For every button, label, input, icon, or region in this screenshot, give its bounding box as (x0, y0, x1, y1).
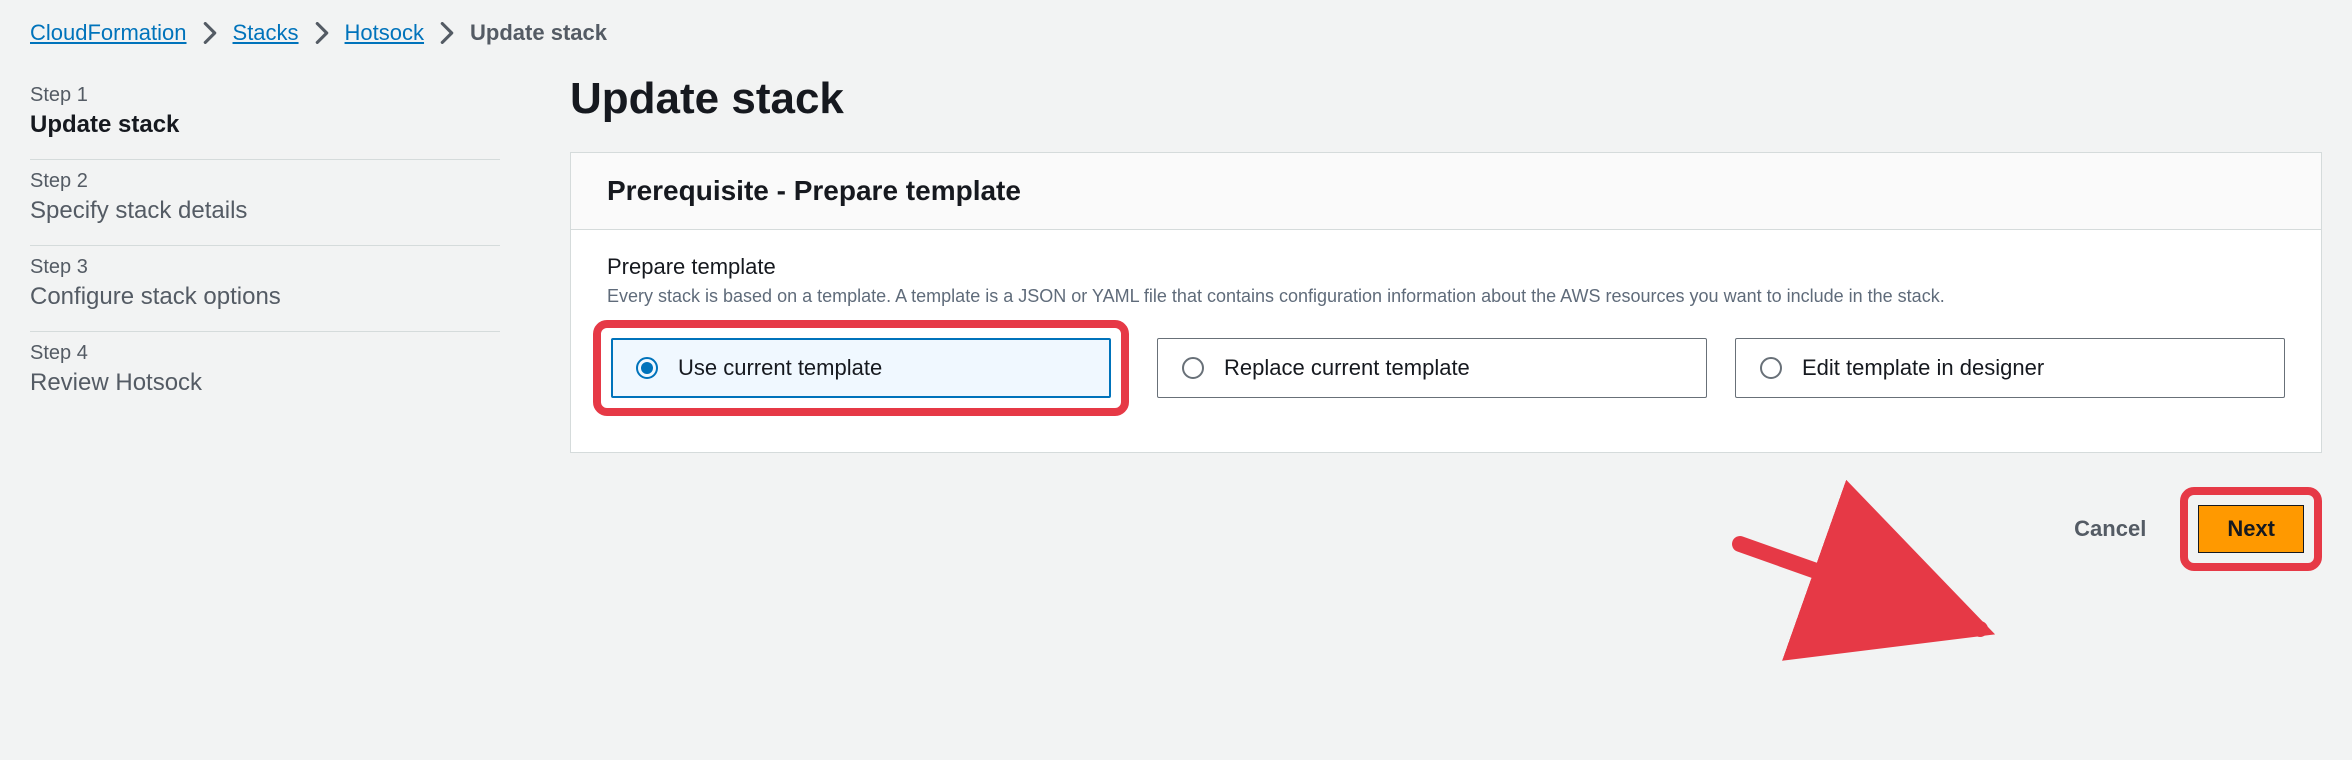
wizard-step-3[interactable]: Step 3 Configure stack options (30, 246, 500, 332)
chevron-right-icon (315, 22, 329, 44)
breadcrumb: CloudFormation Stacks Hotsock Update sta… (30, 20, 2322, 46)
breadcrumb-link-stacks[interactable]: Stacks (233, 20, 299, 46)
wizard-step-title: Specify stack details (30, 197, 500, 225)
option-label: Use current template (678, 355, 882, 381)
cancel-button[interactable]: Cancel (2058, 506, 2162, 552)
option-label: Edit template in designer (1802, 355, 2044, 381)
radio-icon (636, 357, 658, 379)
wizard-step-4[interactable]: Step 4 Review Hotsock (30, 332, 500, 417)
prepare-template-description: Every stack is based on a template. A te… (607, 284, 2207, 308)
wizard-step-title: Review Hotsock (30, 369, 500, 397)
radio-icon (1182, 357, 1204, 379)
wizard-step-number: Step 1 (30, 84, 500, 107)
breadcrumb-current: Update stack (470, 20, 607, 46)
wizard-step-1[interactable]: Step 1 Update stack (30, 74, 500, 160)
template-option-tiles: Use current template Replace current tem… (607, 338, 2285, 416)
breadcrumb-link-cloudformation[interactable]: CloudFormation (30, 20, 187, 46)
option-replace-current-template[interactable]: Replace current template (1157, 338, 1707, 398)
breadcrumb-link-hotsock[interactable]: Hotsock (345, 20, 424, 46)
annotation-highlight-box: Use current template (593, 320, 1129, 416)
option-use-current-template[interactable]: Use current template (611, 338, 1111, 398)
wizard-step-number: Step 3 (30, 256, 500, 279)
prerequisite-panel: Prerequisite - Prepare template Prepare … (570, 152, 2322, 453)
panel-header: Prerequisite - Prepare template (571, 153, 2321, 230)
chevron-right-icon (203, 22, 217, 44)
prepare-template-label: Prepare template (607, 254, 2285, 280)
wizard-steps: Step 1 Update stack Step 2 Specify stack… (30, 74, 500, 571)
option-edit-template-in-designer[interactable]: Edit template in designer (1735, 338, 2285, 398)
main-content: Update stack Prerequisite - Prepare temp… (570, 74, 2322, 571)
option-label: Replace current template (1224, 355, 1470, 381)
panel-header-title: Prerequisite - Prepare template (607, 175, 2285, 207)
wizard-step-2[interactable]: Step 2 Specify stack details (30, 160, 500, 246)
page-title: Update stack (570, 74, 2322, 124)
radio-icon (1760, 357, 1782, 379)
next-button[interactable]: Next (2198, 505, 2304, 553)
wizard-step-number: Step 4 (30, 342, 500, 365)
wizard-step-number: Step 2 (30, 170, 500, 193)
wizard-actions: Cancel Next (570, 487, 2322, 571)
wizard-step-title: Update stack (30, 111, 500, 139)
annotation-highlight-box: Next (2180, 487, 2322, 571)
wizard-step-title: Configure stack options (30, 283, 500, 311)
chevron-right-icon (440, 22, 454, 44)
